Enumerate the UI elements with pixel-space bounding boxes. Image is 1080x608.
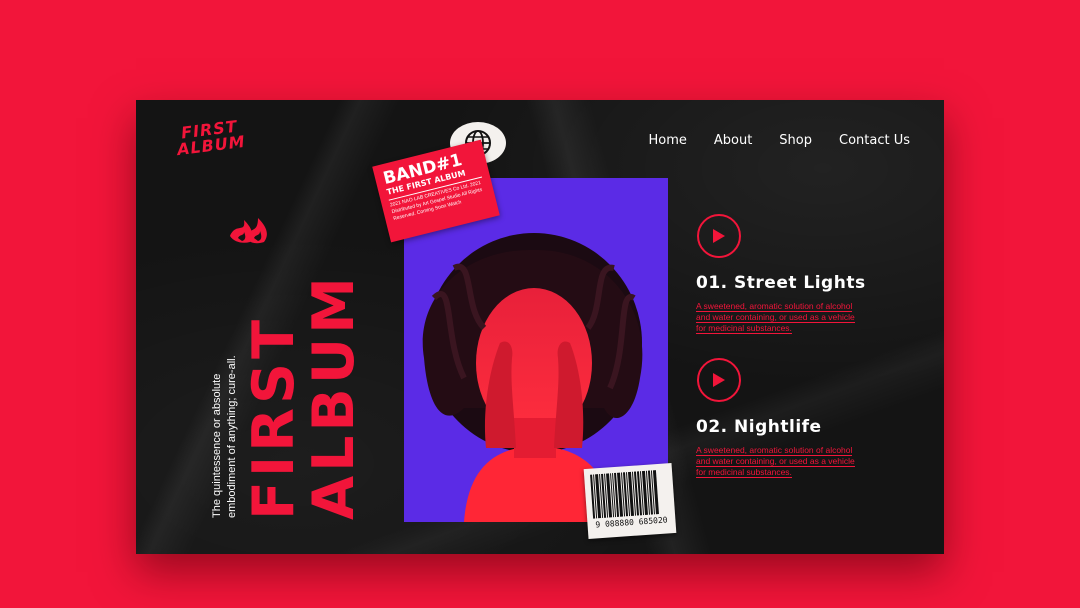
track-desc-line-3: for medicinal substances. — [696, 323, 792, 334]
track-item: 02. Nightlife A sweetened, aromatic solu… — [696, 358, 906, 478]
play-button[interactable] — [697, 358, 741, 402]
hero-title-line-1: FIRST — [241, 316, 307, 520]
track-description: A sweetened, aromatic solution of alcoho… — [696, 301, 876, 334]
nav-about[interactable]: About — [714, 133, 752, 148]
album-landing-card: FIRST ALBUM Home About Shop Contact Us T… — [136, 100, 944, 554]
hero-title-line-2: ALBUM — [301, 273, 367, 520]
play-icon — [713, 229, 725, 243]
hero-tagline: The quintessence or absolute embodiment … — [210, 298, 240, 518]
barcode-label: 9 088880 685020 — [583, 463, 677, 539]
track-desc-line-2: and water containing, or used as a vehic… — [696, 456, 855, 467]
track-desc-line-3: for medicinal substances. — [696, 467, 792, 478]
nav-home[interactable]: Home — [648, 133, 686, 148]
barcode-bars — [590, 469, 669, 519]
play-icon — [713, 373, 725, 387]
track-desc-line-2: and water containing, or used as a vehic… — [696, 312, 855, 323]
track-item: 01. Street Lights A sweetened, aromatic … — [696, 214, 906, 334]
tagline-line-2: embodiment of anything; cure-all. — [226, 355, 238, 518]
brand-logo[interactable]: FIRST ALBUM — [174, 117, 246, 159]
track-description: A sweetened, aromatic solution of alcoho… — [696, 445, 876, 478]
track-desc-line-1: A sweetened, aromatic solution of alcoho… — [696, 445, 853, 456]
tagline-line-1: The quintessence or absolute — [211, 373, 223, 518]
track-title: 02. Nightlife — [696, 417, 822, 437]
track-desc-line-1: A sweetened, aromatic solution of alcoho… — [696, 301, 853, 312]
nav-shop[interactable]: Shop — [779, 133, 812, 148]
main-nav: Home About Shop Contact Us — [648, 133, 910, 148]
track-title: 01. Street Lights — [696, 273, 866, 293]
hero-title: FIRST ALBUM — [241, 210, 367, 520]
nav-contact-us[interactable]: Contact Us — [839, 133, 910, 148]
play-button[interactable] — [697, 214, 741, 258]
